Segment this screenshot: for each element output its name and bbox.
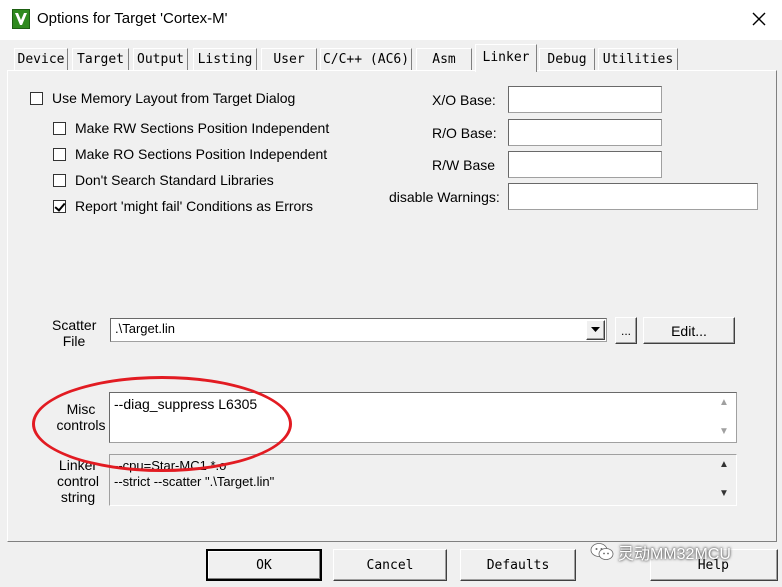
scatter-file-browse-button[interactable]: ...: [615, 317, 637, 344]
chevron-down-icon: [591, 327, 600, 332]
use-memory-layout-checkbox[interactable]: Use Memory Layout from Target Dialog: [30, 90, 295, 106]
tab-debug[interactable]: Debug: [539, 48, 595, 70]
scroll-up-icon[interactable]: ▲: [719, 459, 729, 470]
rw-base-input[interactable]: [508, 151, 662, 178]
scatter-file-combobox[interactable]: .\Target.lin: [110, 318, 607, 342]
scatter-file-edit-button[interactable]: Edit...: [643, 317, 735, 344]
linker-control-label-line1: Linker: [58, 457, 98, 473]
tab-asm[interactable]: Asm: [416, 48, 472, 70]
tab-device[interactable]: Device: [14, 48, 68, 70]
close-icon: [752, 12, 766, 26]
scatter-file-dropdown-button[interactable]: [586, 320, 605, 340]
scroll-down-icon[interactable]: ▼: [719, 426, 729, 437]
misc-controls-value: --diag_suppress L6305: [114, 396, 258, 412]
tab-utilities[interactable]: Utilities: [598, 48, 678, 70]
checkbox-box: [53, 147, 66, 161]
dont-search-libraries-label: Don't Search Standard Libraries: [75, 172, 274, 188]
linker-control-label-line3: string: [60, 489, 96, 505]
wechat-watermark: 灵动MM32MCU: [590, 540, 731, 564]
linker-control-label-line2: control: [56, 473, 100, 489]
scroll-down-icon[interactable]: ▼: [719, 488, 729, 499]
disable-warnings-input[interactable]: [508, 183, 758, 210]
ro-base-label: R/O Base:: [432, 125, 497, 141]
scroll-up-icon[interactable]: ▲: [719, 397, 729, 408]
make-ro-checkbox[interactable]: Make RO Sections Position Independent: [53, 146, 327, 162]
report-might-fail-checkbox[interactable]: Report 'might fail' Conditions as Errors: [53, 198, 313, 214]
cancel-button[interactable]: Cancel: [333, 549, 447, 581]
make-rw-label: Make RW Sections Position Independent: [75, 120, 330, 136]
xo-base-input[interactable]: [508, 86, 662, 113]
watermark-text: 灵动MM32MCU: [618, 546, 731, 563]
rw-base-label: R/W Base: [432, 157, 496, 173]
linker-control-line-2: --strict --scatter ".\Target.lin": [114, 474, 275, 489]
scatter-file-label-line1: Scatter: [52, 317, 97, 333]
xo-base-label: X/O Base:: [432, 92, 496, 108]
linker-control-string-box: --cpu=Star-MC1 *.o --strict --scatter ".…: [109, 454, 737, 506]
make-rw-checkbox[interactable]: Make RW Sections Position Independent: [53, 120, 329, 136]
scatter-file-value: .\Target.lin: [115, 321, 175, 336]
tab-cpp-ac6[interactable]: C/C++ (AC6): [320, 48, 412, 70]
window-title: Options for Target 'Cortex-M': [37, 10, 228, 27]
misc-controls-textarea[interactable]: --diag_suppress L6305: [109, 392, 737, 443]
use-memory-layout-label: Use Memory Layout from Target Dialog: [52, 90, 296, 106]
tab-target[interactable]: Target: [72, 48, 129, 70]
ok-button[interactable]: OK: [206, 549, 322, 581]
checkbox-box: [30, 91, 43, 105]
scatter-file-label-line2: File: [62, 333, 86, 349]
tab-output[interactable]: Output: [133, 48, 188, 70]
dont-search-libraries-checkbox[interactable]: Don't Search Standard Libraries: [53, 172, 274, 188]
make-ro-label: Make RO Sections Position Independent: [75, 146, 328, 162]
misc-controls-label-line1: Misc: [66, 401, 96, 417]
tab-user[interactable]: User: [261, 48, 317, 70]
ro-base-input[interactable]: [508, 119, 662, 146]
title-bar: Options for Target 'Cortex-M': [0, 0, 782, 40]
misc-controls-label-line2: controls: [56, 417, 106, 433]
wechat-icon: [590, 543, 614, 560]
tab-linker[interactable]: Linker: [475, 44, 537, 72]
defaults-button[interactable]: Defaults: [460, 549, 576, 581]
tab-listing[interactable]: Listing: [193, 48, 257, 70]
checkbox-box: [53, 173, 66, 187]
linker-control-line-1: --cpu=Star-MC1 *.o: [114, 458, 227, 473]
checkbox-box: [53, 121, 66, 135]
keil-app-icon: [12, 9, 30, 29]
close-button[interactable]: [744, 6, 774, 32]
checkbox-box-checked: [53, 199, 66, 213]
report-might-fail-label: Report 'might fail' Conditions as Errors: [75, 198, 313, 214]
disable-warnings-label: disable Warnings:: [389, 189, 500, 205]
